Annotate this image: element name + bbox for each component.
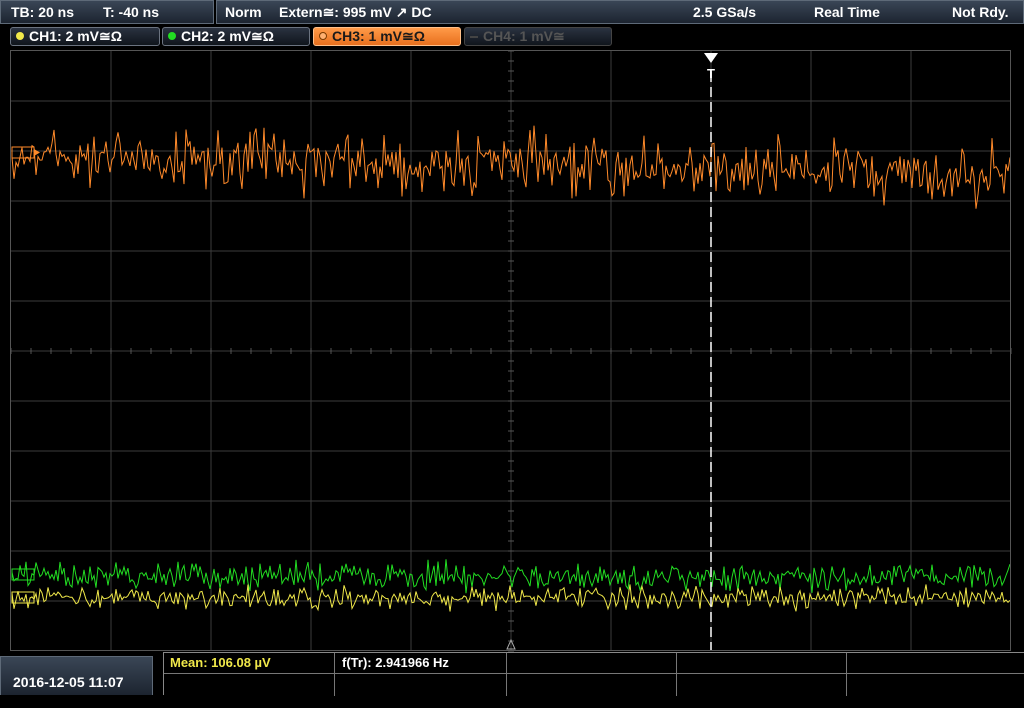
datetime-value: 2016-12-05 11:07 [13,674,124,690]
graticule-border [10,50,1011,651]
frequency-measurement[interactable]: f(Tr): 2.941966 Hz [342,653,449,673]
datetime-box: 2016-12-05 11:07 [0,656,153,695]
mean-measurement[interactable]: Mean: 106.08 µV [170,653,271,673]
measurement-panel[interactable]: Mean: 106.08 µV f(Tr): 2.941966 Hz [163,652,1024,696]
